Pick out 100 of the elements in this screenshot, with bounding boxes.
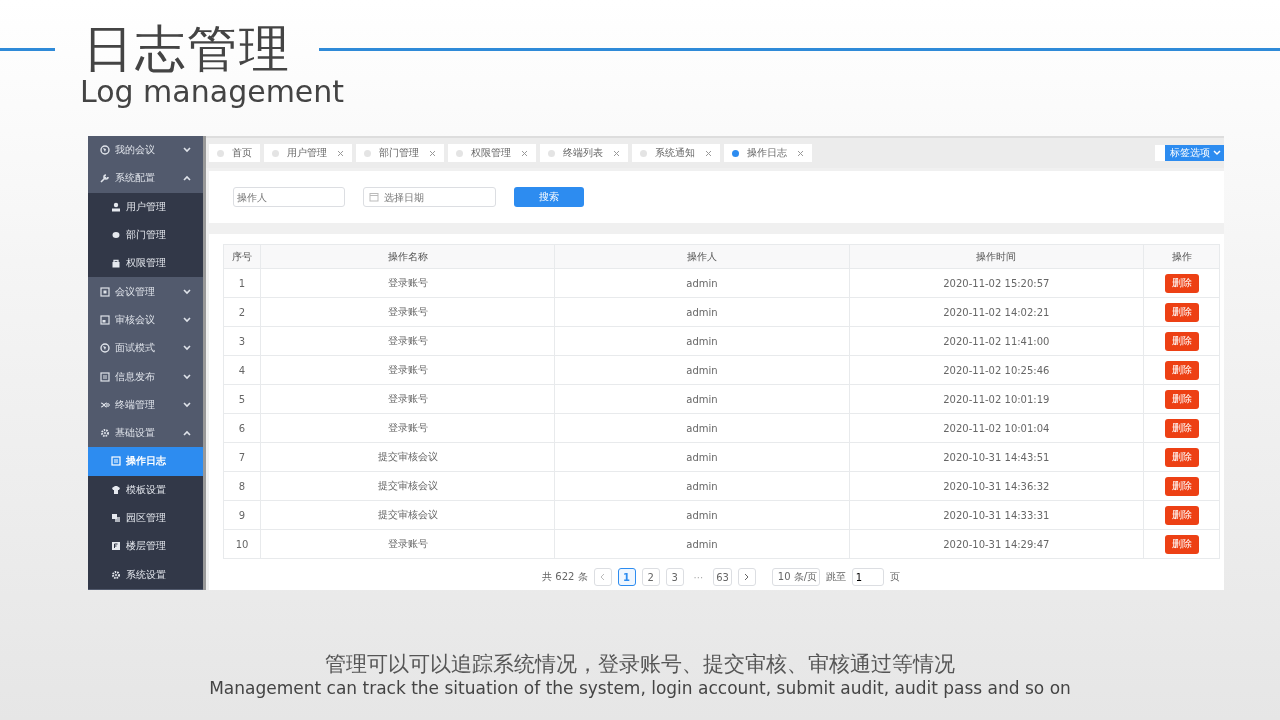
table-cell: admin — [554, 529, 850, 559]
sidebar-item[interactable]: 模板设置 — [88, 475, 203, 504]
page-jump-field[interactable]: 1 — [851, 568, 884, 586]
table-cell: 登录账号 — [260, 297, 555, 327]
tab[interactable]: 终端列表 — [540, 144, 628, 162]
close-icon — [797, 149, 804, 157]
close-icon — [705, 149, 712, 157]
lock-icon — [111, 258, 121, 269]
table-cell: admin — [554, 297, 850, 327]
table-cell: 登录账号 — [260, 268, 555, 298]
sidebar-item[interactable]: 系统设置 — [88, 560, 203, 589]
tab[interactable]: 用户管理 — [264, 144, 352, 162]
page-unit: 页 — [889, 570, 900, 584]
table-cell: admin — [554, 355, 850, 385]
close-icon — [521, 149, 528, 157]
page-button[interactable]: 1 — [617, 568, 636, 586]
total-count: 共 622 条 — [542, 570, 588, 584]
shirt-icon — [111, 484, 121, 495]
wrench-icon — [100, 173, 110, 184]
table-cell: 2020-11-02 10:25:46 — [849, 355, 1144, 385]
table-cell: 9 — [223, 500, 261, 530]
status-dot — [548, 149, 555, 157]
table-cell: 登录账号 — [260, 413, 555, 443]
table-cell: 登录账号 — [260, 384, 555, 414]
table-cell: 7 — [223, 442, 261, 472]
user-icon — [111, 201, 121, 212]
tab[interactable]: 首页 — [209, 144, 260, 162]
sidebar-item[interactable]: 部门管理 — [88, 220, 203, 250]
table-cell: 5 — [223, 384, 261, 414]
table-cell: 提交审核会议 — [260, 500, 555, 530]
document-icon — [111, 541, 121, 552]
table-cell: 6 — [223, 413, 261, 443]
table-cell: 登录账号 — [260, 326, 555, 356]
chevron-down-icon — [183, 345, 191, 352]
chevron-down-icon — [183, 147, 191, 154]
column-header: 操作 — [1143, 244, 1220, 269]
delete-button[interactable]: 删除 — [1164, 389, 1199, 409]
table-cell: 登录账号 — [260, 529, 555, 559]
globe-icon — [100, 145, 110, 156]
delete-button[interactable]: 删除 — [1164, 273, 1199, 293]
page-ellipsis: ··· — [692, 571, 705, 583]
chevron-up-icon — [183, 175, 191, 182]
status-dot — [364, 149, 371, 157]
box-icon — [100, 286, 110, 297]
sidebar-item[interactable]: 园区管理 — [88, 503, 203, 533]
delete-button[interactable]: 删除 — [1164, 476, 1199, 496]
delete-button[interactable]: 删除 — [1164, 360, 1199, 380]
close-icon — [429, 149, 436, 157]
delete-button[interactable]: 删除 — [1164, 534, 1199, 554]
calendar-icon — [100, 314, 110, 325]
gear-icon — [111, 569, 121, 580]
tab[interactable]: 部门管理 — [356, 144, 444, 162]
column-header: 操作人 — [554, 244, 850, 269]
slide-caption: 管理可以可以追踪系统情况，登录账号、提交审核、审核通过等情况 — [324, 651, 956, 678]
status-dot — [272, 149, 279, 157]
table-cell: admin — [554, 471, 850, 501]
table-cell: 2020-10-31 14:43:51 — [849, 442, 1144, 472]
table-cell: admin — [554, 413, 850, 443]
table-cell: 1 — [223, 268, 261, 298]
page-button[interactable]: 63 — [713, 568, 732, 586]
close-icon — [613, 149, 620, 157]
sidebar-item[interactable]: 操作日志 — [88, 447, 203, 476]
page-size-select[interactable]: 10 条/页 — [771, 568, 820, 586]
table-cell: 3 — [223, 326, 261, 356]
next-page-button[interactable] — [737, 568, 756, 586]
table-cell: 2020-11-02 10:01:04 — [849, 413, 1144, 443]
delete-button[interactable]: 删除 — [1164, 418, 1199, 438]
column-header: 操作时间 — [849, 244, 1144, 269]
table-cell: 2020-10-31 14:33:31 — [849, 500, 1144, 530]
gear-icon — [100, 428, 110, 439]
sidebar-item[interactable]: 楼层管理 — [88, 532, 203, 561]
delete-button[interactable]: 删除 — [1164, 505, 1199, 525]
tab[interactable]: 操作日志 — [724, 144, 812, 162]
delete-button[interactable]: 删除 — [1164, 302, 1199, 322]
status-dot — [456, 149, 463, 157]
table-cell: 4 — [223, 355, 261, 385]
status-dot — [217, 149, 224, 157]
column-header: 序号 — [223, 244, 261, 269]
delete-button[interactable]: 删除 — [1164, 447, 1199, 467]
chevron-down-icon — [183, 401, 191, 408]
chevron-down-icon — [183, 373, 191, 380]
table-cell: admin — [554, 268, 850, 298]
page-button[interactable]: 3 — [665, 568, 684, 586]
tab[interactable]: 系统通知 — [632, 144, 720, 162]
column-header: 操作名称 — [260, 244, 555, 269]
delete-button[interactable]: 删除 — [1164, 331, 1199, 351]
tab[interactable]: 权限管理 — [448, 144, 536, 162]
globe-icon — [100, 343, 110, 354]
list-icon — [100, 371, 110, 382]
table-cell: admin — [554, 500, 850, 530]
operator-field[interactable]: 操作人 — [233, 187, 345, 207]
chevron-right-icon — [744, 573, 750, 581]
tab-options-button[interactable]: 标签选项 — [1155, 145, 1224, 161]
date-field[interactable]: 选择日期 — [363, 187, 496, 207]
previous-page-button[interactable] — [593, 568, 612, 586]
page-button[interactable]: 2 — [641, 568, 660, 586]
caret-icon — [1213, 150, 1221, 156]
search-button[interactable]: 搜索 — [514, 187, 584, 207]
sidebar-item[interactable]: 用户管理 — [88, 192, 203, 221]
sidebar-item[interactable]: 权限管理 — [88, 249, 203, 278]
